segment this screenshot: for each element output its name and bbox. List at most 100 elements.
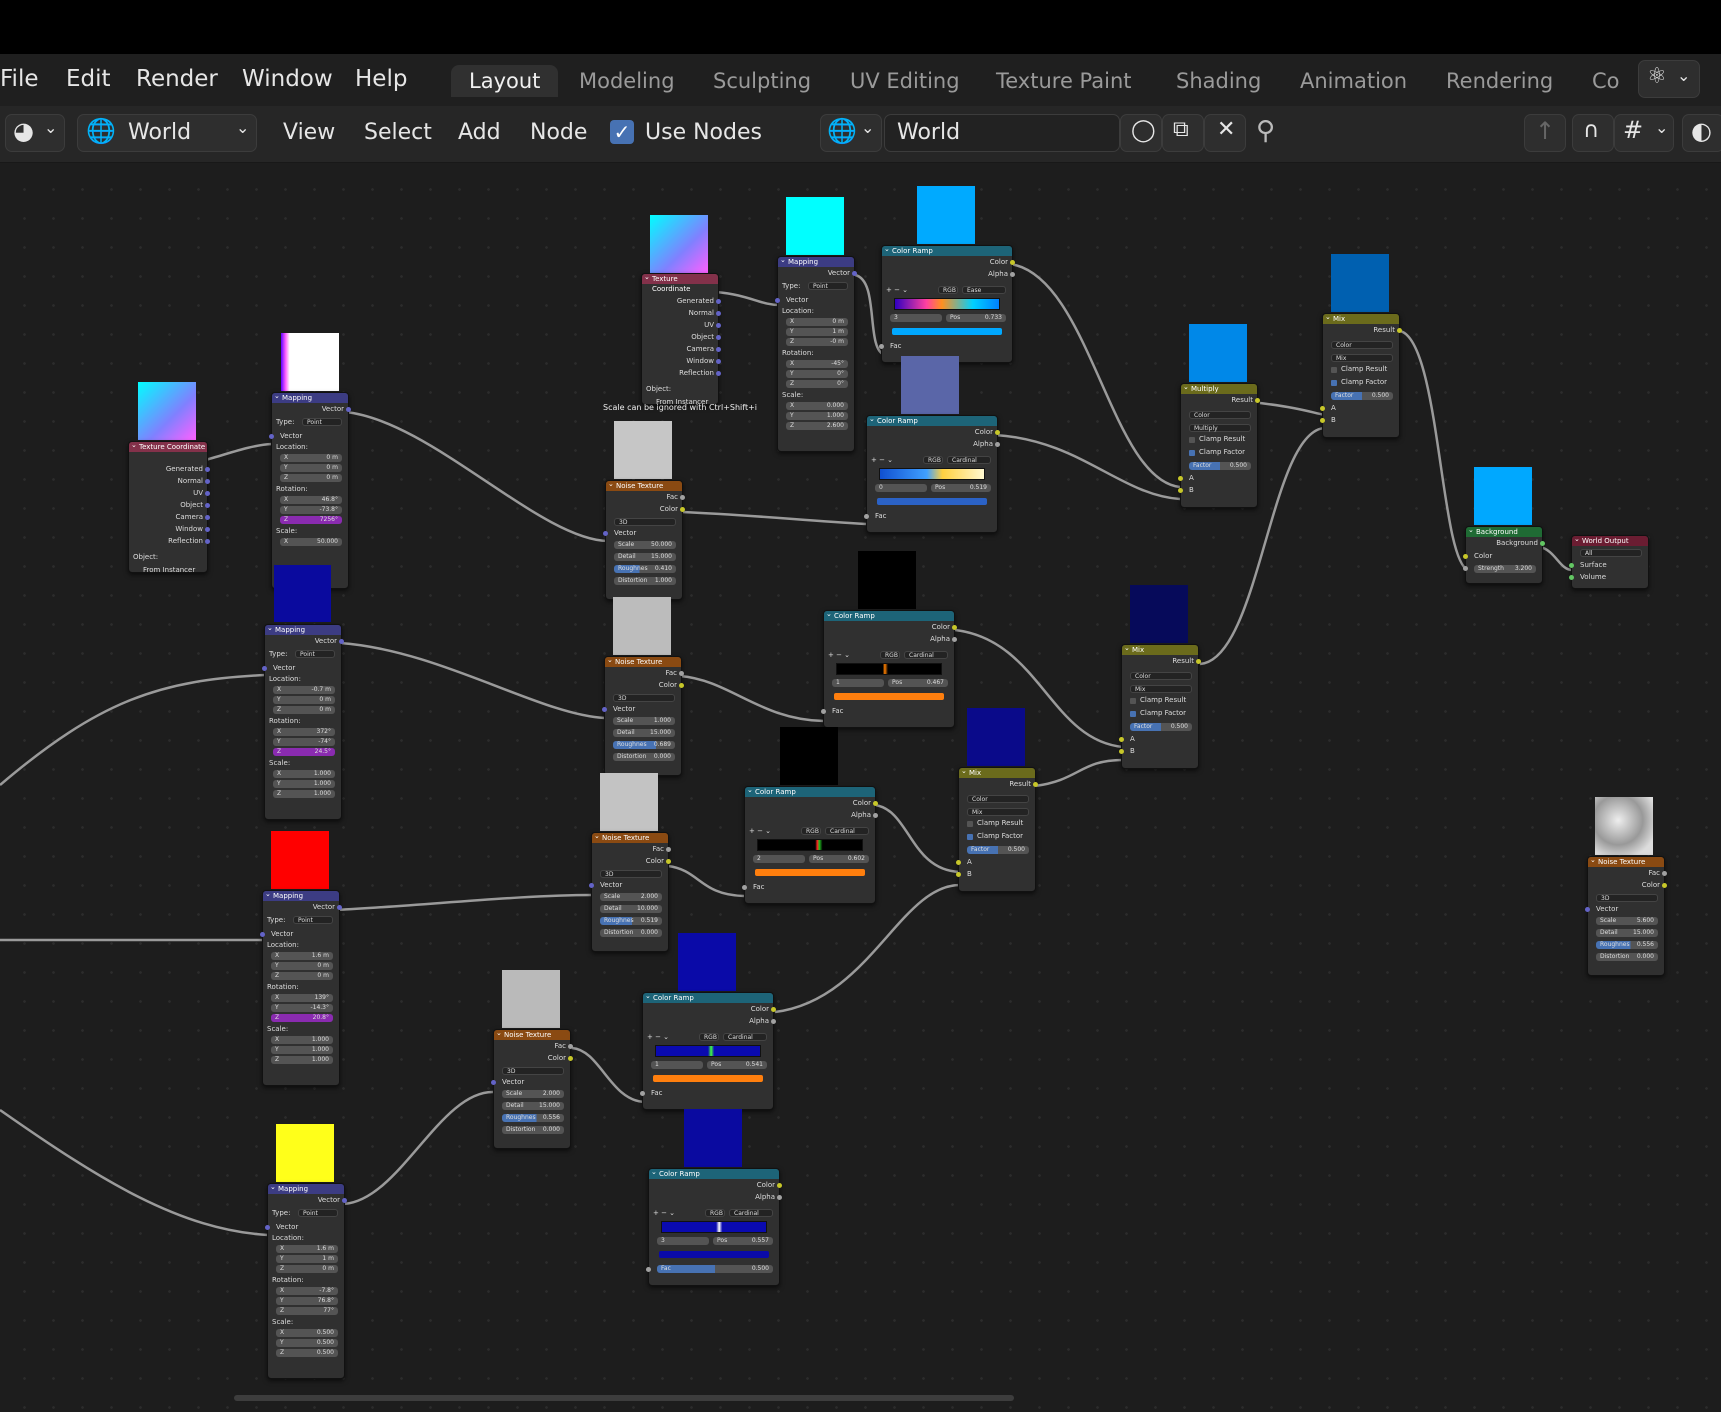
stop-color-swatch[interactable] (659, 1251, 769, 1258)
target-dropdown[interactable]: All (1580, 549, 1642, 557)
node-texture-coordinate-2[interactable]: Texture Coordinate Generated Normal UV O… (641, 272, 721, 406)
rotation-x-field[interactable]: X 139° (271, 994, 333, 1002)
stop-position-field[interactable]: Pos 0.467 (888, 679, 948, 687)
fac-field[interactable]: Fac 0.500 (657, 1265, 773, 1273)
output-socket[interactable] (568, 1056, 573, 1061)
input-socket[interactable] (1178, 476, 1183, 481)
stop-color-swatch[interactable] (877, 498, 987, 505)
node-noise-texture-5[interactable]: Noise Texture Fac Color 3D Vector Scale5… (1585, 855, 1667, 976)
scale-z-field[interactable]: Z 1.000 (271, 1056, 333, 1064)
color-mode-dropdown[interactable]: RGB (938, 286, 958, 294)
input-socket[interactable] (640, 1091, 645, 1096)
blend-mode-dropdown[interactable]: Multiply (1189, 424, 1251, 432)
interpolation-dropdown[interactable]: Cardinal (904, 651, 948, 659)
output-socket[interactable] (205, 467, 210, 472)
rotation-z-field[interactable]: Z 77° (276, 1307, 338, 1315)
node-color-ramp-2[interactable]: Color Ramp Color Alpha + − ⌄ RGB Cardina… (864, 414, 1000, 533)
input-socket[interactable] (1320, 418, 1325, 423)
rotation-z-field[interactable]: Z 24.5° (273, 748, 335, 756)
stop-position-field[interactable]: Pos 0.541 (707, 1061, 767, 1069)
color-ramp-gradient[interactable] (879, 468, 985, 480)
output-socket[interactable] (1010, 260, 1015, 265)
output-socket[interactable] (771, 1019, 776, 1024)
location-x-field[interactable]: X0 m (280, 454, 342, 462)
output-socket[interactable] (205, 539, 210, 544)
distortion-field[interactable]: Distortion 0.000 (502, 1126, 564, 1134)
rotation-x-field[interactable]: X -45° (786, 360, 848, 368)
input-socket[interactable] (491, 1080, 496, 1085)
input-socket[interactable] (1178, 488, 1183, 493)
node-mix-1[interactable]: Mix Result Color Mix Clamp Result Clamp … (1320, 312, 1402, 438)
color-ramp-gradient[interactable] (757, 839, 863, 851)
output-socket[interactable] (716, 347, 721, 352)
rotation-x-field[interactable]: X -7.8° (276, 1287, 338, 1295)
location-x-field[interactable]: X 1.6 m (276, 1245, 338, 1253)
output-socket[interactable] (777, 1195, 782, 1200)
location-z-field[interactable]: Z0 m (273, 706, 335, 714)
location-x-field[interactable]: X0 m (786, 318, 848, 326)
node-mapping-2[interactable]: Mapping Vector Type: Point Vector Locati… (262, 623, 344, 820)
scale-z-field[interactable]: Z 0.500 (276, 1349, 338, 1357)
scale-field[interactable]: Scale 1.000 (613, 717, 675, 725)
rotation-y-field[interactable]: Y 76.8° (276, 1297, 338, 1305)
input-socket[interactable] (742, 885, 747, 890)
scale-x-field[interactable]: X 0.000 (786, 402, 848, 410)
output-socket[interactable] (1255, 398, 1260, 403)
roughness-field[interactable]: Roughnes 0.556 (502, 1114, 564, 1122)
detail-field[interactable]: Detail 10.000 (600, 905, 662, 913)
stop-position-field[interactable]: Pos 0.602 (809, 855, 869, 863)
input-socket[interactable] (1569, 575, 1574, 580)
output-socket[interactable] (205, 503, 210, 508)
input-socket[interactable] (821, 709, 826, 714)
node-texture-coordinate-1[interactable]: Texture Coordinate Generated Normal UV O… (128, 440, 210, 574)
stop-index-field[interactable]: 0 (875, 484, 927, 492)
detail-field[interactable]: Detail 15.000 (1596, 929, 1658, 937)
output-socket[interactable] (342, 1198, 347, 1203)
interpolation-dropdown[interactable]: Cardinal (825, 827, 869, 835)
color-mode-dropdown[interactable]: RGB (699, 1033, 719, 1041)
rotation-y-field[interactable]: Y 0° (786, 370, 848, 378)
rotation-y-field[interactable]: Y -14.3° (271, 1004, 333, 1012)
node-mix-2[interactable]: Mix Result Color Mix Clamp Result Clamp … (1119, 643, 1201, 769)
roughness-field[interactable]: Roughnes 0.556 (1596, 941, 1658, 949)
scale-y-field[interactable]: Y 0.500 (276, 1339, 338, 1347)
location-z-field[interactable]: Z0 m (271, 972, 333, 980)
factor-field[interactable]: Factor 0.500 (1130, 723, 1192, 731)
input-socket[interactable] (864, 514, 869, 519)
input-socket[interactable] (589, 883, 594, 888)
blend-mode-dropdown[interactable]: Mix (967, 808, 1029, 816)
output-socket[interactable] (1540, 541, 1545, 546)
scale-x-field[interactable]: X 1.000 (271, 1036, 333, 1044)
input-socket[interactable] (1463, 554, 1468, 559)
type-dropdown[interactable]: Point (302, 418, 342, 426)
output-socket[interactable] (777, 1183, 782, 1188)
location-y-field[interactable]: Y1 m (276, 1255, 338, 1263)
location-y-field[interactable]: Y0 m (271, 962, 333, 970)
interpolation-dropdown[interactable]: Cardinal (729, 1209, 773, 1217)
data-type-dropdown[interactable]: Color (1189, 411, 1251, 419)
color-ramp-gradient[interactable] (836, 663, 942, 675)
node-mapping-5[interactable]: Mapping Vector Type: Point Vector Locati… (775, 255, 857, 452)
input-socket[interactable] (269, 434, 274, 439)
output-socket[interactable] (873, 801, 878, 806)
rotation-z-field[interactable]: Z 20.8° (271, 1014, 333, 1022)
input-socket[interactable] (879, 344, 884, 349)
input-socket[interactable] (260, 932, 265, 937)
stop-index-field[interactable]: 2 (753, 855, 805, 863)
color-ramp-gradient[interactable] (894, 298, 1000, 310)
stop-index-field[interactable]: 1 (651, 1061, 703, 1069)
stop-position-field[interactable]: Pos 0.519 (931, 484, 991, 492)
type-dropdown[interactable]: Point (293, 916, 333, 924)
dimensions-dropdown[interactable]: 3D (1596, 894, 1658, 902)
node-mapping-3[interactable]: Mapping Vector Type: Point Vector Locati… (260, 889, 342, 1086)
color-mode-dropdown[interactable]: RGB (705, 1209, 725, 1217)
node-mapping-4[interactable]: Mapping Vector Type: Point Vector Locati… (265, 1182, 347, 1379)
detail-field[interactable]: Detail 15.000 (613, 729, 675, 737)
stop-color-swatch[interactable] (834, 693, 944, 700)
location-y-field[interactable]: Y1 m (786, 328, 848, 336)
roughness-field[interactable]: Roughnes 0.519 (600, 917, 662, 925)
output-socket[interactable] (852, 271, 857, 276)
output-socket[interactable] (679, 683, 684, 688)
input-socket[interactable] (1569, 563, 1574, 568)
output-socket[interactable] (1033, 782, 1038, 787)
